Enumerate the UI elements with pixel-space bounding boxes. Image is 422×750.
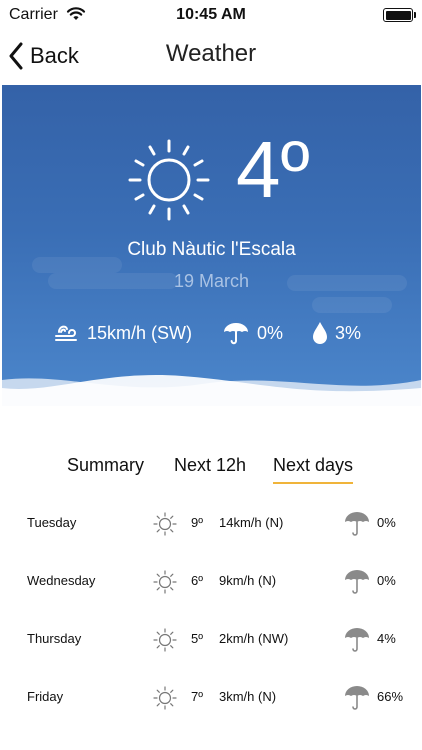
navigation-bar: Back Weather bbox=[0, 30, 422, 84]
status-bar: Carrier 10:45 AM bbox=[0, 0, 422, 30]
forecast-wind: 2km/h (NW) bbox=[219, 631, 289, 646]
wind-icon bbox=[55, 325, 77, 341]
umbrella-icon bbox=[224, 323, 248, 345]
forecast-rain: 0% bbox=[377, 515, 396, 530]
forecast-date: 19 March bbox=[173, 271, 250, 291]
forecast-row: Thursday 5º 2km/h (NW) 4% bbox=[0, 620, 422, 660]
humidity-metric: 3% bbox=[312, 319, 361, 347]
location-name: Club Nàutic l'Escala bbox=[127, 239, 296, 260]
water-drop-icon bbox=[313, 322, 327, 344]
forecast-rain: 0% bbox=[377, 573, 396, 588]
forecast-row: Friday 7º 3km/h (N) 66% bbox=[0, 678, 422, 718]
current-temperature: 4º bbox=[236, 125, 310, 214]
forecast-temperature: 9º bbox=[191, 515, 203, 530]
forecast-day: Tuesday bbox=[27, 515, 77, 530]
forecast-row: Wednesday 6º 9km/h (N) 0% bbox=[0, 562, 422, 602]
forecast-day: Thursday bbox=[27, 631, 82, 646]
sun-icon bbox=[128, 139, 210, 221]
forecast-row: Tuesday 9º 14km/h (N) 0% bbox=[0, 504, 422, 544]
wind-value: 15km/h (SW) bbox=[87, 322, 193, 343]
sun-icon bbox=[153, 628, 177, 652]
forecast-tabs: Summary Next 12h Next days bbox=[0, 452, 422, 486]
waves-decoration bbox=[2, 375, 421, 406]
forecast-wind: 3km/h (N) bbox=[219, 689, 277, 704]
forecast-temperature: 5º bbox=[191, 631, 203, 646]
cloud-decoration bbox=[312, 297, 392, 313]
forecast-wind: 9km/h (N) bbox=[219, 573, 277, 588]
page-title: Weather bbox=[165, 40, 257, 67]
umbrella-icon bbox=[345, 570, 369, 594]
battery-icon bbox=[383, 8, 416, 22]
forecast-day: Wednesday bbox=[27, 573, 96, 588]
forecast-temperature: 6º bbox=[191, 573, 203, 588]
tab-next-12h[interactable]: Next 12h bbox=[174, 452, 246, 482]
umbrella-icon bbox=[345, 628, 369, 652]
forecast-day: Friday bbox=[27, 689, 64, 704]
forecast-wind: 14km/h (N) bbox=[219, 515, 284, 530]
forecast-temperature: 7º bbox=[191, 689, 203, 704]
current-weather-panel: 4º Club Nàutic l'Escala 19 March 15km/h … bbox=[2, 85, 421, 406]
tab-summary[interactable]: Summary bbox=[67, 452, 144, 482]
umbrella-icon bbox=[345, 512, 369, 536]
forecast-rain: 4% bbox=[377, 631, 396, 646]
forecast-rain: 66% bbox=[377, 689, 404, 704]
rain-value: 0% bbox=[257, 322, 284, 343]
sun-icon bbox=[153, 686, 177, 710]
rain-metric: 0% bbox=[222, 319, 283, 347]
sun-icon bbox=[153, 570, 177, 594]
sun-icon bbox=[153, 512, 177, 536]
umbrella-icon bbox=[345, 686, 369, 710]
current-metrics: 15km/h (SW) 0% 3% bbox=[2, 319, 421, 347]
humidity-value: 3% bbox=[335, 322, 362, 343]
clock: 10:45 AM bbox=[176, 6, 246, 23]
wind-metric: 15km/h (SW) bbox=[54, 319, 192, 347]
tab-next-days[interactable]: Next days bbox=[273, 452, 354, 484]
